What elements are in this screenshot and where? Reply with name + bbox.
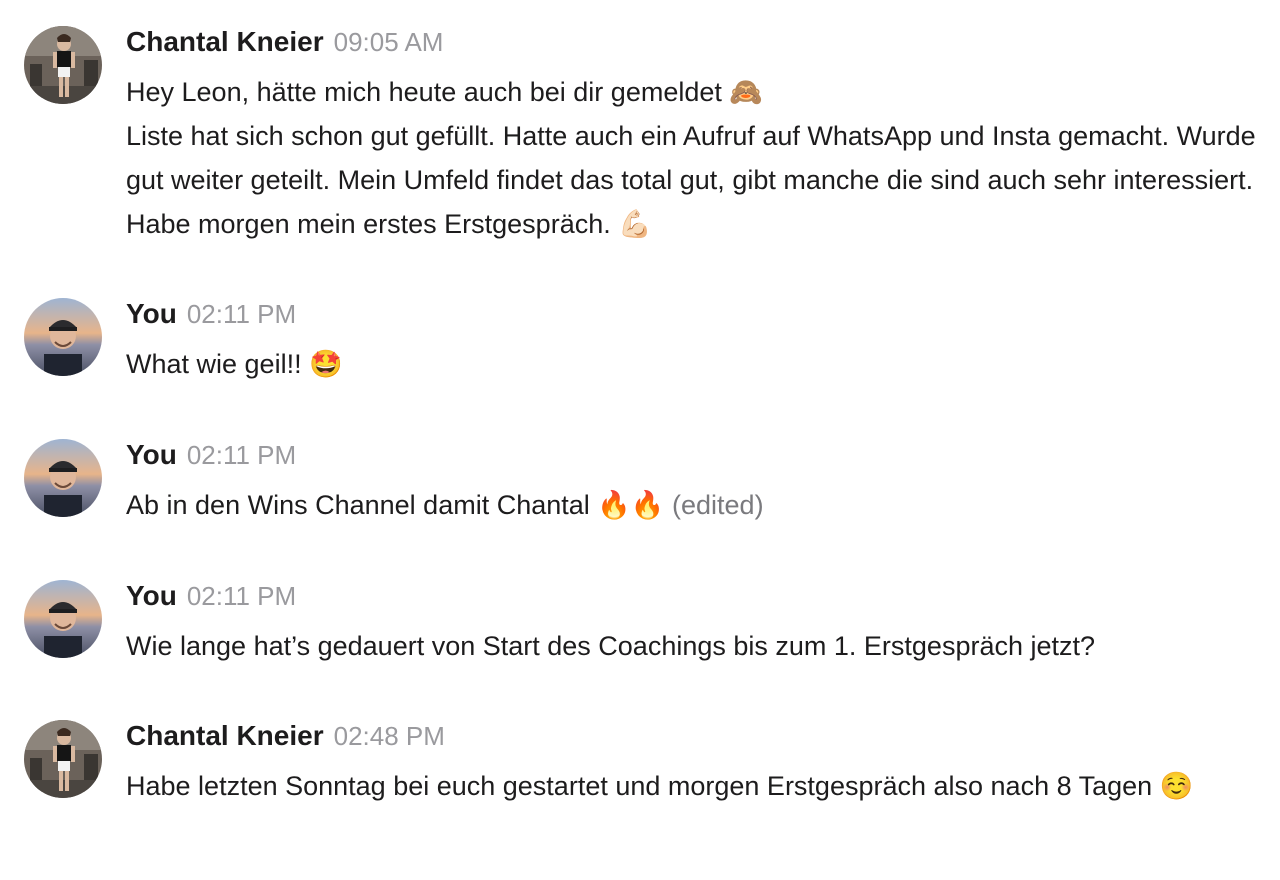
message-line: Habe letzten Sonntag bei euch gestartet … bbox=[126, 771, 1194, 801]
message-text: Hey Leon, hätte mich heute auch bei dir … bbox=[126, 70, 1260, 246]
message-text: Ab in den Wins Channel damit Chantal 🔥🔥 … bbox=[126, 483, 1260, 527]
message-line: Ab in den Wins Channel damit Chantal 🔥🔥 … bbox=[126, 483, 1260, 527]
you-avatar[interactable] bbox=[24, 298, 102, 376]
message-line: Hey Leon, hätte mich heute auch bei dir … bbox=[126, 77, 763, 107]
edited-label: (edited) bbox=[672, 490, 764, 520]
message-text: Habe letzten Sonntag bei euch gestartet … bbox=[126, 764, 1260, 808]
message-author[interactable]: You bbox=[126, 580, 177, 611]
you-avatar[interactable] bbox=[24, 439, 102, 517]
message-text: Wie lange hat’s gedauert von Start des C… bbox=[126, 624, 1260, 668]
message-timestamp[interactable]: 09:05 AM bbox=[334, 27, 444, 57]
message-line: Wie lange hat’s gedauert von Start des C… bbox=[126, 631, 1096, 661]
message-timestamp[interactable]: 02:11 PM bbox=[187, 581, 296, 611]
chantal-avatar[interactable] bbox=[24, 720, 102, 798]
message-timestamp[interactable]: 02:48 PM bbox=[334, 721, 445, 751]
message-line: Liste hat sich schon gut gefüllt. Hatte … bbox=[126, 121, 1256, 239]
message-author[interactable]: Chantal Kneier bbox=[126, 26, 324, 57]
message-author[interactable]: You bbox=[126, 298, 177, 329]
message-author[interactable]: Chantal Kneier bbox=[126, 720, 324, 751]
chantal-avatar[interactable] bbox=[24, 26, 102, 104]
message-line-text: Ab in den Wins Channel damit Chantal 🔥🔥 bbox=[126, 490, 665, 520]
message-timestamp[interactable]: 02:11 PM bbox=[187, 440, 296, 470]
you-avatar[interactable] bbox=[24, 580, 102, 658]
message-author[interactable]: You bbox=[126, 439, 177, 470]
message-timestamp[interactable]: 02:11 PM bbox=[187, 299, 296, 329]
message-text: What wie geil!! 🤩 bbox=[126, 342, 1260, 386]
message-line: What wie geil!! 🤩 bbox=[126, 349, 343, 379]
